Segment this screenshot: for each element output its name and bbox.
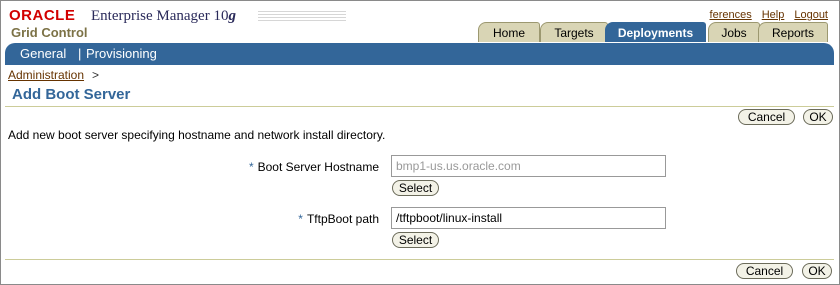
logout-link[interactable]: Logout bbox=[794, 9, 828, 21]
subnav-separator: | bbox=[78, 46, 82, 61]
breadcrumb-administration-link[interactable]: Administration bbox=[8, 68, 84, 82]
hostname-input[interactable] bbox=[391, 155, 666, 177]
title-divider bbox=[5, 106, 834, 107]
tab-reports[interactable]: Reports bbox=[758, 22, 828, 42]
required-marker: * bbox=[248, 160, 254, 174]
ok-button-top[interactable]: OK bbox=[803, 109, 833, 125]
page-instruction: Add new boot server specifying hostname … bbox=[8, 128, 386, 142]
required-marker: * bbox=[298, 212, 303, 226]
tftp-path-label: * TftpBoot path bbox=[298, 212, 379, 226]
tftp-path-label-text: TftpBoot path bbox=[306, 212, 379, 226]
product-title: Enterprise Manager 10g bbox=[91, 8, 236, 24]
tab-home[interactable]: Home bbox=[478, 22, 540, 42]
page-title: Add Boot Server bbox=[12, 86, 131, 103]
tab-deployments[interactable]: Deployments bbox=[605, 22, 706, 42]
product-name: Enterprise Manager 10 bbox=[91, 8, 229, 24]
global-links: ferences Help Logout bbox=[700, 9, 828, 21]
tftp-path-input[interactable] bbox=[391, 207, 666, 229]
oracle-logo: ORACLE bbox=[9, 7, 76, 24]
ok-button-bottom[interactable]: OK bbox=[802, 263, 832, 279]
breadcrumb-separator: > bbox=[92, 68, 100, 82]
tab-targets[interactable]: Targets bbox=[540, 22, 608, 42]
subnav-general[interactable]: General bbox=[20, 43, 66, 65]
bottom-divider bbox=[5, 259, 834, 260]
subnav-provisioning[interactable]: Provisioning bbox=[86, 43, 157, 65]
product-subtitle: Grid Control bbox=[11, 25, 88, 40]
hostname-select-button[interactable]: Select bbox=[392, 180, 439, 196]
breadcrumb: Administration > bbox=[8, 68, 99, 82]
cancel-button-top[interactable]: Cancel bbox=[738, 109, 795, 125]
hostname-label-text: Boot Server Hostname bbox=[257, 160, 379, 174]
tftp-select-button[interactable]: Select bbox=[392, 232, 439, 248]
cancel-button-bottom[interactable]: Cancel bbox=[736, 263, 793, 279]
header-stripe-decoration bbox=[258, 11, 346, 23]
preferences-link[interactable]: ferences bbox=[710, 9, 752, 21]
hostname-label: * Boot Server Hostname bbox=[249, 160, 379, 174]
subnav-bar: General | Provisioning bbox=[5, 43, 834, 65]
help-link[interactable]: Help bbox=[762, 9, 785, 21]
product-version: g bbox=[228, 8, 236, 24]
tab-jobs[interactable]: Jobs bbox=[708, 22, 760, 42]
